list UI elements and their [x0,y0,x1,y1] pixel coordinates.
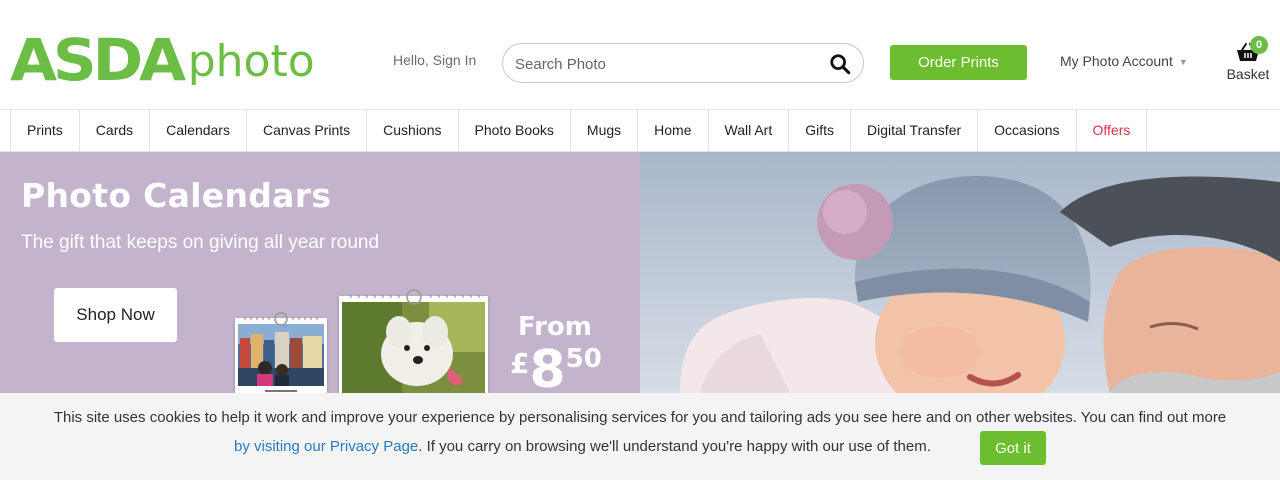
price-pounds: 8 [529,340,566,393]
nav-item-digital-transfer[interactable]: Digital Transfer [850,110,977,151]
hero-family-photo [640,152,1280,393]
search-input[interactable] [515,53,815,75]
cookie-banner: This site uses cookies to help it work a… [0,393,1280,480]
nav-item-mugs[interactable]: Mugs [569,110,637,151]
basket-count-badge: 0 [1250,36,1268,54]
price-currency: £ [510,347,530,380]
price-pence: 50 [565,344,602,374]
account-label: My Photo Account [1060,53,1173,69]
nav-item-wall-art[interactable]: Wall Art [707,110,789,151]
hero-promo-panel: Photo Calendars The gift that keeps on g… [0,152,640,393]
nav-item-prints[interactable]: Prints [10,110,79,151]
nav-item-home[interactable]: Home [637,110,707,151]
basket-button[interactable]: 0 Basket [1222,36,1274,82]
main-navigation: Prints Cards Calendars Canvas Prints Cus… [10,110,1148,152]
logo-product-text: photo [187,36,315,87]
cookie-message-continued: by visiting our Privacy Page. If you car… [234,438,931,455]
asda-photo-logo[interactable]: ASDA photo [10,26,315,94]
hero-subtitle: The gift that keeps on giving all year r… [21,232,380,253]
search-box [502,43,864,83]
hero-title: Photo Calendars [21,176,332,215]
hero-price: £850 [510,340,602,393]
logo-brand-text: ASDA [10,26,186,94]
sign-in-link[interactable]: Hello, Sign In [393,52,476,68]
basket-label: Basket [1226,66,1270,82]
nav-item-calendars[interactable]: Calendars [149,110,246,151]
nav-item-canvas-prints[interactable]: Canvas Prints [245,110,366,151]
nav-item-offers[interactable]: Offers [1075,110,1148,151]
site-header: ASDA photo Hello, Sign In Order Prints M… [0,0,1280,110]
price-from-label: From [518,312,592,342]
shop-now-button[interactable]: Shop Now [54,288,177,342]
nav-item-cushions[interactable]: Cushions [366,110,457,151]
cookie-message-tail: . If you carry on browsing we'll underst… [418,438,931,455]
nav-item-cards[interactable]: Cards [78,110,149,151]
calendar-city-image [235,312,327,393]
calendar-dog-image [339,289,488,393]
hero-banner[interactable]: Photo Calendars The gift that keeps on g… [0,152,1280,393]
order-prints-button[interactable]: Order Prints [890,45,1027,80]
cookie-accept-button[interactable]: Got it [980,431,1046,465]
my-photo-account-menu[interactable]: My Photo Account ▼ [1060,53,1188,69]
cookie-message: This site uses cookies to help it work a… [53,409,1227,426]
nav-item-occasions[interactable]: Occasions [977,110,1075,151]
nav-item-photo-books[interactable]: Photo Books [457,110,570,151]
nav-item-gifts[interactable]: Gifts [788,110,850,151]
search-icon[interactable] [829,53,851,75]
privacy-page-link[interactable]: by visiting our Privacy Page [234,438,418,455]
chevron-down-icon: ▼ [1178,57,1188,67]
